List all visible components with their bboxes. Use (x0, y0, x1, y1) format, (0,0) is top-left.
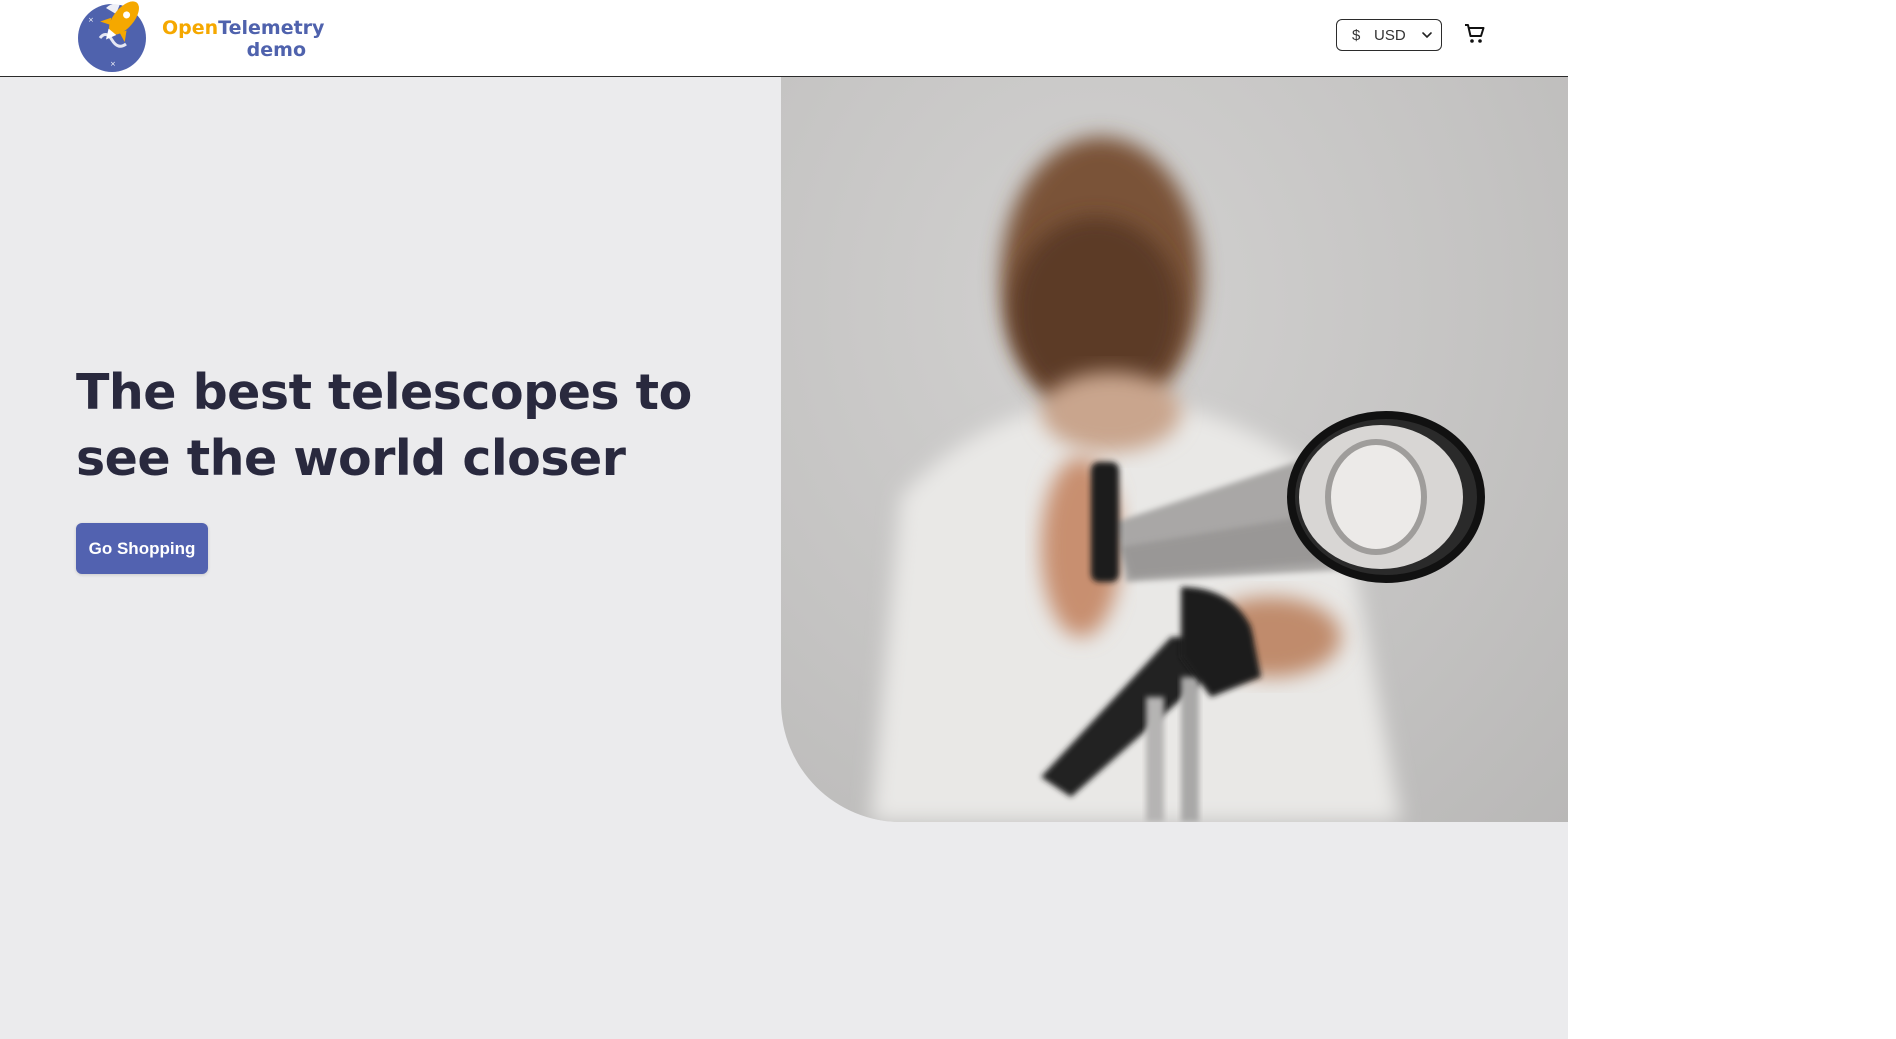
rocket-planet-logo-icon: × × (78, 1, 146, 72)
page: × × OpenTelemetry demo $ USD The best te… (0, 0, 1568, 1039)
cart-button[interactable] (1463, 22, 1487, 46)
currency-selector[interactable]: $ USD (1336, 19, 1442, 51)
logo-wordmark: OpenTelemetry demo (162, 17, 324, 61)
go-shopping-button[interactable]: Go Shopping (76, 523, 208, 574)
chevron-down-icon (1422, 32, 1432, 39)
hero-title: The best telescopes to see the world clo… (76, 364, 692, 487)
logo-word-open: Open (162, 17, 219, 39)
telescope-photo-illustration (871, 137, 1485, 822)
site-header: × × OpenTelemetry demo $ USD (0, 0, 1568, 77)
right-margin (1568, 0, 1896, 1039)
shopping-cart-icon (1465, 24, 1485, 43)
svg-text:×: × (110, 60, 116, 68)
logo-word-telemetry: Telemetry (218, 17, 325, 39)
currency-code: USD (1374, 27, 1406, 44)
currency-symbol: $ (1352, 27, 1361, 44)
logo-word-demo: demo (246, 39, 306, 61)
svg-text:×: × (88, 16, 94, 24)
otel-demo-logo[interactable]: × × OpenTelemetry demo (76, 0, 324, 76)
hero-image (781, 77, 1568, 822)
